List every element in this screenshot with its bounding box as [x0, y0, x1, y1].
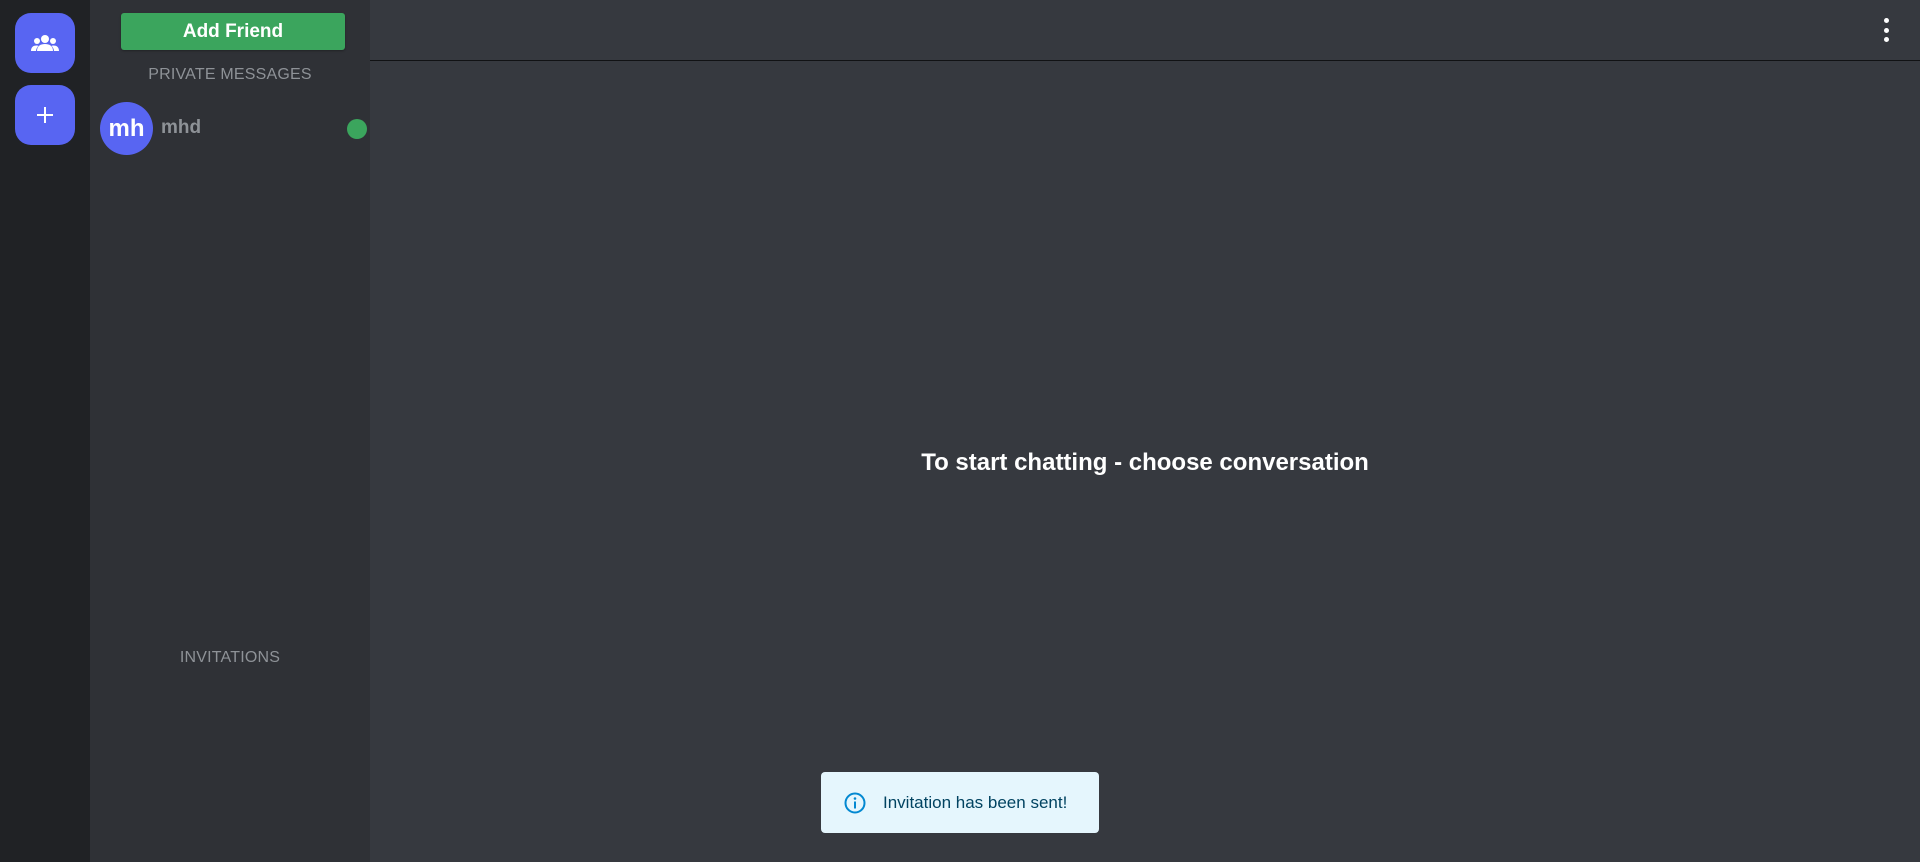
- sidebar: Add Friend PRIVATE MESSAGES mh mhd INVIT…: [90, 0, 370, 862]
- group-icon: [31, 35, 59, 51]
- online-status-indicator: [347, 119, 367, 139]
- server-rail: [0, 0, 90, 862]
- top-bar: [370, 0, 1920, 61]
- add-server-button[interactable]: [15, 85, 75, 145]
- toast-message: Invitation has been sent!: [883, 792, 1068, 812]
- dm-username: mhd: [161, 117, 202, 138]
- add-friend-button[interactable]: Add Friend: [121, 13, 345, 50]
- info-icon: [844, 792, 866, 813]
- empty-state-message: To start chatting - choose conversation: [921, 449, 1369, 476]
- plus-icon: [37, 107, 53, 123]
- dm-list-item[interactable]: mh mhd: [98, 100, 367, 156]
- invitations-heading: INVITATIONS: [179, 649, 281, 666]
- more-vertical-icon: [1883, 18, 1889, 23]
- app-window: Add Friend PRIVATE MESSAGES mh mhd INVIT…: [0, 0, 1920, 862]
- info-toast: Invitation has been sent!: [821, 772, 1099, 833]
- more-options-button[interactable]: [1878, 18, 1894, 42]
- private-messages-heading: PRIVATE MESSAGES: [148, 66, 312, 83]
- friends-button[interactable]: [15, 13, 75, 73]
- avatar: mh: [100, 102, 153, 155]
- main-content: To start chatting - choose conversation: [370, 0, 1920, 862]
